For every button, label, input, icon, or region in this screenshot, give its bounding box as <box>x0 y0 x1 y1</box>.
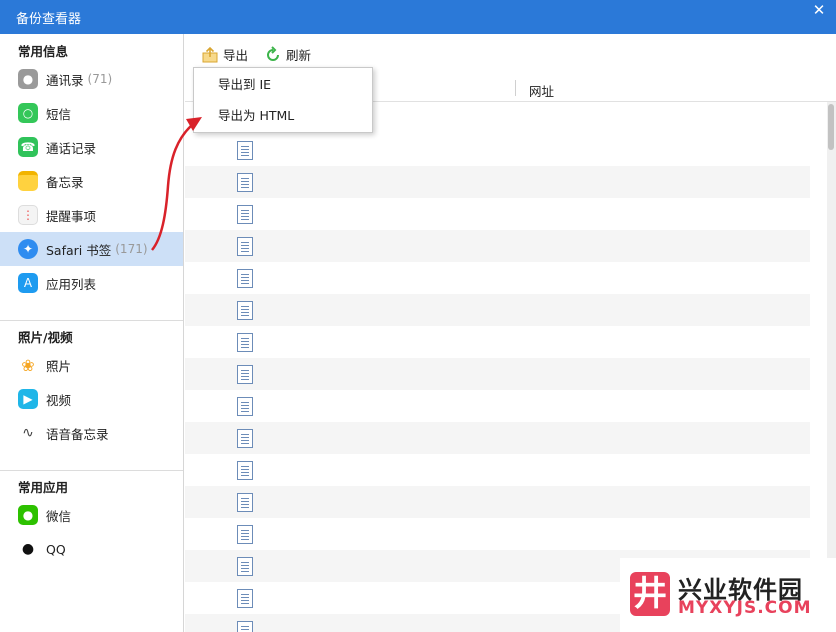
group-title-common-info: 常用信息 <box>18 44 69 59</box>
sidebar-item-label: 提醒事项 <box>46 208 97 224</box>
document-icon <box>237 301 253 320</box>
sidebar-item-reminders[interactable]: ⋮ 提醒事项 <box>0 198 183 232</box>
sidebar-item-label: 语音备忘录 <box>46 426 109 442</box>
document-icon <box>237 333 253 352</box>
close-button[interactable]: ✕ <box>802 0 836 22</box>
table-row[interactable] <box>185 518 810 550</box>
sidebar-item-video[interactable]: ▶ 视频 <box>0 382 183 416</box>
sidebar-item-qq[interactable]: ● QQ <box>0 532 183 566</box>
table-row[interactable] <box>185 198 810 230</box>
divider <box>0 320 183 321</box>
sidebar-item-count: (171) <box>115 242 148 256</box>
sidebar-item-voice-memos[interactable]: ∿ 语音备忘录 <box>0 416 183 450</box>
table-row[interactable] <box>185 390 810 422</box>
video-icon: ▶ <box>18 389 38 409</box>
table-row[interactable] <box>185 134 810 166</box>
export-menu: 导出到 IE 导出为 HTML <box>193 67 373 133</box>
safari-icon: ✦ <box>18 239 38 259</box>
refresh-label: 刷新 <box>286 48 312 63</box>
sidebar-item-contacts[interactable]: ● 通讯录 (71) <box>0 62 183 96</box>
document-icon <box>237 621 253 632</box>
sidebar-item-photos[interactable]: ❀ 照片 <box>0 348 183 382</box>
document-icon <box>237 269 253 288</box>
export-label: 导出 <box>223 48 249 63</box>
sidebar-item-label: 通话记录 <box>46 140 97 156</box>
document-icon <box>237 493 253 512</box>
messages-icon: ○ <box>18 103 38 123</box>
window-title: 备份查看器 <box>16 12 82 27</box>
document-icon <box>237 205 253 224</box>
reminders-icon: ⋮ <box>18 205 38 225</box>
scrollbar-thumb[interactable] <box>828 104 834 150</box>
document-icon <box>237 589 253 608</box>
export-button[interactable]: 导出 <box>201 45 248 64</box>
document-icon <box>237 237 253 256</box>
group-title-photos-video: 照片/视频 <box>18 330 73 345</box>
sidebar-item-call-log[interactable]: ☎ 通话记录 <box>0 130 183 164</box>
sidebar-item-label: QQ <box>46 541 66 557</box>
document-icon <box>237 173 253 192</box>
group-title-common-apps: 常用应用 <box>18 480 69 495</box>
document-icon <box>237 365 253 384</box>
divider <box>0 470 183 471</box>
document-icon <box>237 429 253 448</box>
watermark: 井 兴业软件园 MYXYJS.COM <box>620 558 836 632</box>
column-header-url[interactable]: 网址 <box>529 81 554 100</box>
menu-item-export-ie[interactable]: 导出到 IE <box>194 70 372 100</box>
table-row[interactable] <box>185 262 810 294</box>
table-row[interactable] <box>185 486 810 518</box>
document-icon <box>237 557 253 576</box>
sidebar-item-label: 备忘录 <box>46 174 84 190</box>
title-bar: 备份查看器 ✕ <box>0 0 836 34</box>
table-row[interactable] <box>185 166 810 198</box>
sidebar-item-label: 视频 <box>46 392 72 408</box>
column-separator[interactable] <box>515 80 516 96</box>
photos-icon: ❀ <box>18 355 38 375</box>
document-icon <box>237 461 253 480</box>
sidebar: 常用信息 ● 通讯录 (71) ○ 短信 ☎ 通话记录 备忘录 ⋮ 提醒事项 ✦… <box>0 34 184 632</box>
qq-icon: ● <box>18 539 38 559</box>
watermark-brand-en: MYXYJS.COM <box>678 598 812 618</box>
sidebar-item-label: 应用列表 <box>46 276 97 292</box>
sidebar-item-wechat[interactable]: ● 微信 <box>0 498 183 532</box>
refresh-icon <box>264 45 282 64</box>
sidebar-item-safari-bookmarks[interactable]: ✦ Safari 书签 (171) <box>0 232 183 266</box>
vertical-scrollbar[interactable] <box>827 102 836 632</box>
refresh-button[interactable]: 刷新 <box>264 45 311 64</box>
sidebar-item-label: 短信 <box>46 106 72 122</box>
appstore-icon: A <box>18 273 38 293</box>
export-icon <box>201 46 219 64</box>
document-icon <box>237 525 253 544</box>
voice-memo-icon: ∿ <box>18 423 38 443</box>
notes-icon <box>18 171 38 191</box>
table-row[interactable] <box>185 422 810 454</box>
watermark-logo: 井 <box>630 572 670 616</box>
contacts-icon: ● <box>18 69 38 89</box>
sidebar-item-label: 照片 <box>46 358 72 374</box>
table-row[interactable] <box>185 230 810 262</box>
table-row[interactable] <box>185 294 810 326</box>
sidebar-item-label: Safari 书签 <box>46 242 112 258</box>
sidebar-item-count: (71) <box>87 72 113 86</box>
document-icon <box>237 397 253 416</box>
menu-item-export-html[interactable]: 导出为 HTML <box>194 101 372 131</box>
sidebar-item-notes[interactable]: 备忘录 <box>0 164 183 198</box>
wechat-icon: ● <box>18 505 38 525</box>
document-icon <box>237 141 253 160</box>
phone-icon: ☎ <box>18 137 38 157</box>
sidebar-item-messages[interactable]: ○ 短信 <box>0 96 183 130</box>
sidebar-item-label: 通讯录 <box>46 72 84 88</box>
table-row[interactable] <box>185 326 810 358</box>
sidebar-item-app-list[interactable]: A 应用列表 <box>0 266 183 300</box>
sidebar-item-label: 微信 <box>46 508 72 524</box>
table-row[interactable] <box>185 358 810 390</box>
table-row[interactable] <box>185 454 810 486</box>
